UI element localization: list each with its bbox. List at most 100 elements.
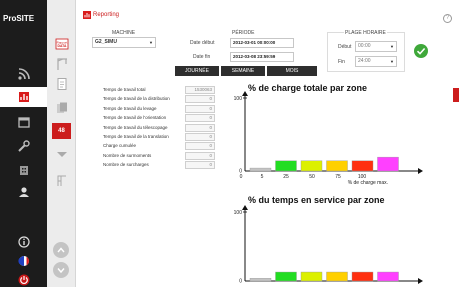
crane-icon [56, 58, 67, 70]
chart-bar [377, 271, 399, 282]
time-end-label: Fin [338, 59, 345, 65]
sidebar-item-info[interactable] [0, 232, 47, 252]
stat-label: Temps de travail de la distribution [103, 96, 170, 102]
page-title: Reporting [93, 12, 120, 18]
stat-value: 0 [185, 133, 215, 141]
machine-value: G2_SIMU [95, 39, 117, 45]
chevron-down-icon: ▼ [390, 44, 394, 49]
chart-bar [275, 271, 297, 282]
chart-bar [326, 160, 348, 172]
subbar-item-copy[interactable] [52, 100, 71, 116]
subbar-item-crane[interactable] [52, 56, 71, 72]
time-start-select[interactable]: 00:00 ▼ [355, 41, 397, 52]
chevron-down-icon: ▼ [390, 59, 394, 64]
stat-row: Nombre de surcharges 0 [103, 161, 215, 170]
sidebar-item-feed[interactable] [0, 64, 47, 84]
subbar-item-data[interactable]: Rapport DATA [52, 36, 71, 52]
stat-label: Temps de travail du télescopage [103, 124, 168, 130]
subbar-item-badge[interactable]: 48 [52, 123, 71, 139]
y-axis-arrow [242, 205, 248, 210]
svg-text:DATA: DATA [57, 44, 66, 48]
users-icon [18, 187, 29, 197]
x-axis-arrow [418, 168, 423, 174]
stat-value: 0 [185, 151, 215, 160]
stat-value: 0 [185, 142, 215, 151]
stat-value: 1530063 [185, 86, 215, 94]
machine-select[interactable]: G2_SIMU ▼ [92, 37, 156, 48]
y-axis-arrow [242, 91, 248, 96]
chevron-up-icon [57, 247, 65, 253]
start-date-input[interactable]: 2012-03-01 00:00:00 [230, 38, 294, 48]
stat-label: Nombre de surmoments [103, 152, 152, 158]
x-axis-label: % de charge max. [348, 180, 388, 186]
sidebar-item-calendar[interactable] [0, 112, 47, 132]
calendar-icon [17, 117, 30, 128]
crane-small-icon [57, 175, 66, 186]
rss-icon [17, 68, 30, 80]
building-icon [19, 166, 28, 175]
end-date-input[interactable]: 2012-03-08 23:59:59 [230, 52, 294, 62]
time-end-select[interactable]: 24:00 ▼ [355, 56, 397, 67]
period-label: PÉRIODE [232, 30, 255, 36]
y-tick-label: 100 [234, 210, 243, 216]
stat-value: 0 [185, 114, 215, 123]
chart-bar [300, 160, 323, 172]
copy-icon [56, 102, 67, 113]
sidebar-item-reporting[interactable] [0, 87, 47, 107]
start-date-label: Date début [190, 40, 215, 46]
stat-row: Temps de travail total 1530063 [103, 86, 215, 95]
sidebar-item-language[interactable] [0, 251, 47, 271]
stat-label: Temps de travail de la translation [103, 134, 169, 139]
stat-row: Charge cumulée 0 [103, 142, 215, 151]
stat-row: Temps de travail du levage 0 [103, 104, 215, 114]
stat-label: Temps de travail du levage [103, 105, 157, 111]
chart-bar [351, 160, 374, 172]
sidebar-item-logout[interactable] [0, 270, 47, 290]
stat-label: Nombre de surcharges [103, 162, 149, 168]
scroll-up-button[interactable] [53, 242, 69, 258]
stat-value: 0 [185, 123, 215, 132]
sidebar-item-tools[interactable] [0, 136, 47, 156]
stat-row: Temps de travail de l'orientation 0 [103, 114, 215, 123]
chevron-down-icon [56, 152, 67, 157]
machine-label: MACHINE [112, 30, 136, 36]
x-tick-label: 25 [283, 174, 289, 180]
chart-bar [377, 156, 399, 172]
reporting-icon [18, 92, 29, 102]
chart-bar [249, 167, 272, 172]
y-tick-label: 100 [234, 96, 243, 102]
chevron-down-icon: ▼ [149, 40, 153, 45]
flag-icon [18, 256, 29, 266]
y-tick-label: 0 [239, 279, 242, 285]
time-start-value: 00:00 [358, 43, 371, 49]
validate-button[interactable] [414, 44, 428, 58]
stat-row: Temps de travail de la translation 0 [103, 133, 215, 142]
help-button[interactable]: ? [443, 14, 452, 23]
day-button[interactable]: JOURNÉE [175, 66, 219, 76]
chart-bar [351, 271, 374, 282]
month-button[interactable]: MOIS [267, 66, 317, 76]
chevron-down-icon [57, 268, 65, 274]
time-start-label: Début [338, 44, 352, 50]
subbar-item-crane-small[interactable] [52, 172, 71, 188]
secondary-sidebar: Rapport DATA 48 [47, 0, 76, 287]
data-icon: RapportDATA [55, 38, 68, 50]
side-panel-tab[interactable] [453, 88, 459, 102]
badge-count: 48 [58, 128, 65, 134]
prosite-logo: ProSITE [3, 14, 35, 23]
week-button[interactable]: SEMAINE [221, 66, 265, 76]
reporting-icon [83, 11, 91, 19]
stat-row: Temps de travail de la distribution 0 [103, 95, 215, 104]
sidebar-item-sites[interactable] [0, 160, 47, 180]
stat-value: 0 [185, 104, 215, 113]
x-tick-label: 5 [261, 174, 264, 180]
subbar-item-chart[interactable] [52, 147, 71, 163]
end-date-label: Date fin [193, 54, 211, 60]
x-tick-label: 50 [309, 174, 315, 180]
header-reporting: Reporting [83, 10, 133, 20]
chart-bar [275, 160, 297, 172]
stat-label: Temps de travail total [103, 87, 146, 92]
subbar-item-document[interactable] [52, 76, 71, 92]
scroll-down-button[interactable] [53, 262, 69, 278]
sidebar-item-users[interactable] [0, 182, 47, 202]
